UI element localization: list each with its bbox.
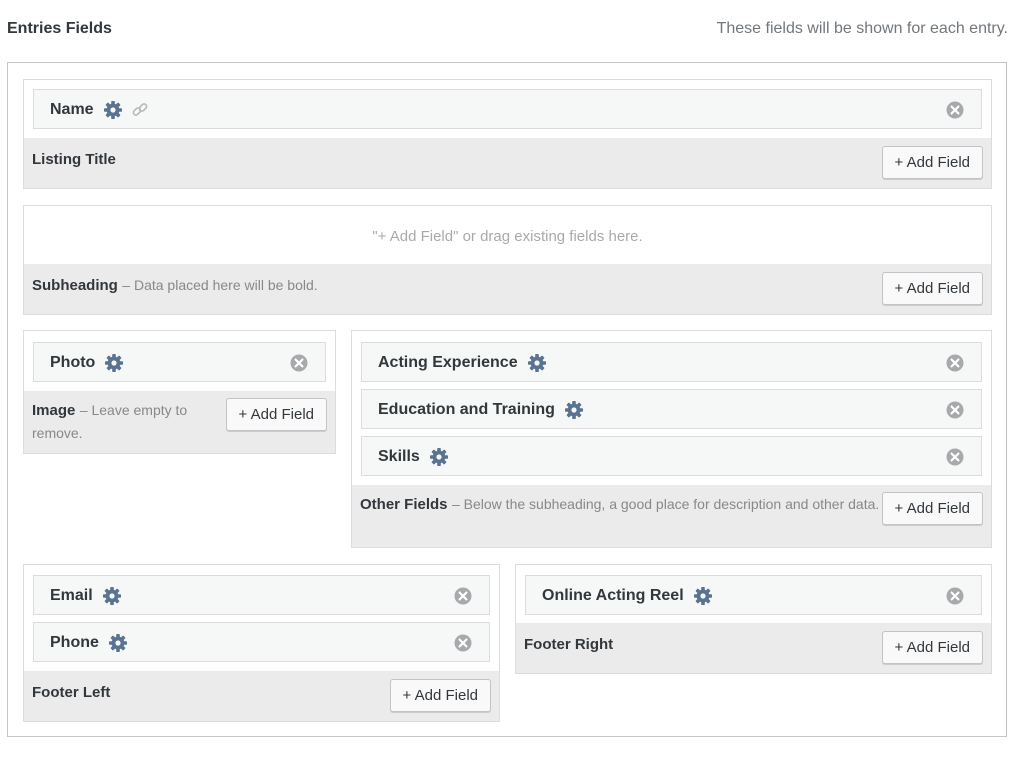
field-label: Photo: [50, 354, 96, 371]
remove-field-icon[interactable]: [946, 101, 964, 119]
field-label: Online Acting Reel: [542, 587, 684, 604]
field-email[interactable]: Email: [33, 575, 490, 615]
field-online-acting-reel[interactable]: Online Acting Reel: [525, 575, 982, 615]
footer-description: – Data placed here will be bold.: [122, 277, 318, 293]
section-description: These fields will be shown for each entr…: [716, 20, 1008, 37]
image-footer: Image – Leave empty to remove. + Add Fie…: [24, 391, 335, 453]
add-field-button[interactable]: + Add Field: [881, 492, 983, 525]
drop-placeholder[interactable]: "+ Add Field" or drag existing fields he…: [24, 228, 991, 245]
field-name[interactable]: Name: [33, 89, 982, 129]
footer-title: Footer Right: [524, 636, 614, 653]
gear-icon[interactable]: [564, 400, 584, 420]
field-label: Acting Experience: [378, 354, 518, 371]
field-phone[interactable]: Phone: [33, 622, 490, 662]
gear-icon[interactable]: [102, 586, 122, 606]
remove-field-icon[interactable]: [946, 354, 964, 372]
footer-title: Listing Title: [32, 151, 116, 168]
remove-field-icon[interactable]: [454, 587, 472, 605]
field-label: Skills: [378, 448, 420, 465]
remove-field-icon[interactable]: [290, 354, 308, 372]
field-education-and-training[interactable]: Education and Training: [361, 389, 982, 429]
add-field-button[interactable]: + Add Field: [225, 398, 327, 431]
footer-title: Image: [32, 402, 76, 419]
gear-icon[interactable]: [693, 586, 713, 606]
add-field-button[interactable]: + Add Field: [881, 631, 983, 664]
footer-title: Subheading: [32, 277, 118, 294]
field-label: Name: [50, 101, 94, 118]
footer-description: – Below the subheading, a good place for…: [451, 496, 880, 512]
listing-title-footer: Listing Title + Add Field: [24, 138, 991, 188]
footer-left-area: Email Phone Footer Left + Add Field: [23, 564, 500, 722]
add-field-button[interactable]: + Add Field: [389, 679, 491, 712]
field-label: Phone: [50, 634, 99, 651]
field-acting-experience[interactable]: Acting Experience: [361, 342, 982, 382]
field-label: Email: [50, 587, 93, 604]
section-title: Entries Fields: [7, 20, 112, 37]
footer-title: Other Fields: [360, 496, 448, 513]
add-field-button[interactable]: + Add Field: [881, 272, 983, 305]
subheading-footer: Subheading – Data placed here will be bo…: [24, 264, 991, 314]
footer-right-area: Online Acting Reel Footer Right + Add Fi…: [515, 564, 992, 674]
remove-field-icon[interactable]: [946, 448, 964, 466]
field-photo[interactable]: Photo: [33, 342, 326, 382]
listing-title-area: Name Listing Title + Add Field: [23, 79, 992, 189]
subheading-area: "+ Add Field" or drag existing fields he…: [23, 205, 992, 315]
add-field-button[interactable]: + Add Field: [881, 146, 983, 179]
footer-title: Footer Left: [32, 684, 111, 701]
remove-field-icon[interactable]: [946, 401, 964, 419]
gear-icon[interactable]: [104, 353, 124, 373]
field-skills[interactable]: Skills: [361, 436, 982, 476]
gear-icon[interactable]: [103, 100, 123, 120]
other-fields-area: Acting Experience Education and Training…: [351, 330, 992, 548]
link-icon[interactable]: [131, 101, 149, 119]
gear-icon[interactable]: [527, 353, 547, 373]
gear-icon[interactable]: [108, 633, 128, 653]
remove-field-icon[interactable]: [454, 634, 472, 652]
field-label: Education and Training: [378, 401, 555, 418]
footer-right-footer: Footer Right + Add Field: [516, 623, 991, 673]
other-fields-footer: Other Fields – Below the subheading, a g…: [352, 485, 991, 547]
footer-left-footer: Footer Left + Add Field: [24, 671, 499, 721]
gear-icon[interactable]: [429, 447, 449, 467]
remove-field-icon[interactable]: [946, 587, 964, 605]
image-area: Photo Image – Leave empty to remove. + A…: [23, 330, 336, 454]
